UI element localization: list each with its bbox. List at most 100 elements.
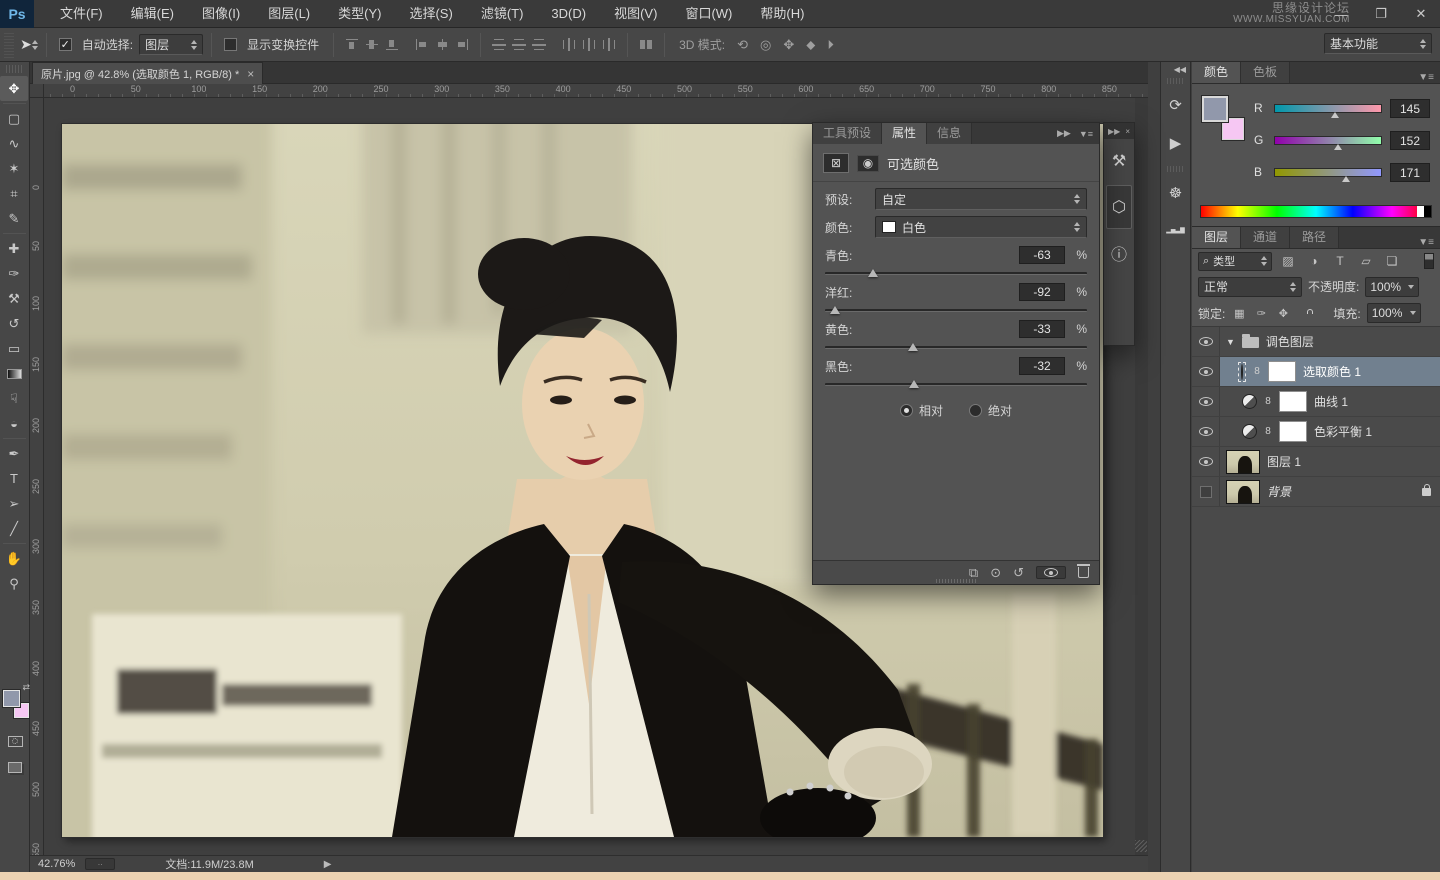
history-brush-tool[interactable]: ↺	[0, 311, 28, 336]
collapse-dock-icon[interactable]: ◀◀	[1161, 62, 1190, 74]
vertical-ruler[interactable]: 050100150200250300350400450500550	[30, 98, 44, 858]
cyan-value-field[interactable]: -63	[1019, 246, 1065, 264]
layer-mask-thumbnail[interactable]	[1268, 361, 1296, 382]
filter-smart-objects-icon[interactable]: ❏	[1382, 254, 1402, 268]
minimize-button[interactable]: —	[1328, 7, 1354, 22]
yellow-value-field[interactable]: -33	[1019, 320, 1065, 338]
red-value-field[interactable]: 145	[1390, 99, 1430, 118]
info-panel-icon[interactable]: ⓘ	[1104, 231, 1134, 275]
panel-menu-icon[interactable]: ▼≡	[1079, 129, 1093, 139]
adjustment-layer-icon[interactable]	[1242, 424, 1257, 439]
panel-menu-icon[interactable]: ▼≡	[1412, 72, 1440, 83]
fill-field[interactable]: 100%	[1367, 303, 1421, 323]
blue-slider-thumb[interactable]	[1342, 176, 1350, 182]
3d-rotate-icon[interactable]: ⟲	[737, 37, 748, 53]
green-value-field[interactable]: 152	[1390, 131, 1430, 150]
auto-select-target-dropdown[interactable]: 图层	[139, 34, 203, 55]
menu-window[interactable]: 窗口(W)	[673, 0, 744, 28]
tools-grip[interactable]	[6, 65, 23, 73]
filter-shape-layers-icon[interactable]: ▱	[1356, 254, 1376, 268]
reset-adjustment-icon[interactable]: ↺	[1013, 565, 1024, 581]
magenta-slider-track[interactable]	[825, 309, 1087, 312]
navigator-panel-icon[interactable]: ☸	[1161, 174, 1190, 212]
white-black-ramp[interactable]	[1417, 206, 1431, 217]
cyan-slider-thumb[interactable]	[868, 269, 878, 277]
filter-type-dropdown[interactable]: ⌕ 类型	[1198, 252, 1272, 271]
menu-filter[interactable]: 滤镜(T)	[469, 0, 536, 28]
actions-panel-icon[interactable]: ▶	[1161, 124, 1190, 162]
align-bottom-edges-icon[interactable]	[385, 38, 399, 51]
adjustment-layer-icon[interactable]	[1242, 394, 1257, 409]
layer-row-selective-color[interactable]: 8 选取颜色 1	[1192, 357, 1440, 387]
red-slider-track[interactable]	[1274, 104, 1382, 113]
lock-position-icon[interactable]: ✥	[1275, 307, 1291, 320]
foreground-color-swatch[interactable]	[3, 690, 20, 707]
black-slider-track[interactable]	[825, 383, 1087, 386]
layer-name[interactable]: 图层 1	[1267, 453, 1301, 470]
auto-select-checkbox[interactable]: ✓	[59, 38, 72, 51]
layer-thumbnail[interactable]	[1226, 480, 1260, 504]
green-slider-track[interactable]	[1274, 136, 1382, 145]
eyedropper-tool[interactable]: ✎	[0, 206, 28, 231]
black-slider-thumb[interactable]	[909, 380, 919, 388]
tab-channels[interactable]: 通道	[1241, 226, 1290, 248]
eye-hidden-box[interactable]	[1200, 486, 1212, 498]
distribute-left-icon[interactable]	[562, 38, 576, 51]
panel-menu-icon[interactable]: ▼≡	[1412, 237, 1440, 248]
layer-mask-badge-icon[interactable]: ⊠	[823, 153, 849, 173]
menu-image[interactable]: 图像(I)	[190, 0, 252, 28]
filter-type-layers-icon[interactable]: T	[1330, 254, 1350, 268]
lasso-tool[interactable]: ∿	[0, 131, 28, 156]
expand-strip-icon[interactable]: ▶▶	[1108, 127, 1120, 136]
gradient-tool[interactable]	[0, 361, 28, 386]
line-tool[interactable]: ╱	[0, 516, 28, 541]
red-slider-thumb[interactable]	[1331, 112, 1339, 118]
visibility-toggle[interactable]	[1192, 357, 1220, 386]
align-horizontal-centers-icon[interactable]	[435, 38, 449, 51]
resize-grip[interactable]	[1135, 840, 1147, 852]
lock-pixels-icon[interactable]: ✑	[1253, 307, 1269, 320]
tab-info[interactable]: 信息	[927, 123, 972, 144]
relative-radio-option[interactable]: 相对	[900, 402, 943, 419]
brush-tool[interactable]: ✑	[0, 261, 28, 286]
tab-swatches[interactable]: 色板	[1241, 61, 1290, 83]
history-panel-icon[interactable]: ⟳	[1161, 86, 1190, 124]
close-strip-icon[interactable]: ×	[1125, 127, 1130, 136]
magic-wand-tool[interactable]: ✶	[0, 156, 28, 181]
tab-color[interactable]: 颜色	[1192, 61, 1241, 83]
visibility-toggle[interactable]	[1192, 417, 1220, 446]
menu-help[interactable]: 帮助(H)	[748, 0, 816, 28]
layer-row-background[interactable]: 背景	[1192, 477, 1440, 507]
blend-mode-dropdown[interactable]: 正常	[1198, 277, 1302, 297]
dock-grip[interactable]	[1167, 166, 1184, 172]
dodge-tool[interactable]: ◒	[0, 411, 28, 436]
document-tab[interactable]: 原片.jpg @ 42.8% (选取颜色 1, RGB/8) * ×	[32, 62, 263, 84]
layer-row-color-balance[interactable]: 8 色彩平衡 1	[1192, 417, 1440, 447]
tab-tool-presets[interactable]: 工具预设	[813, 123, 882, 144]
auto-align-layers-icon[interactable]	[639, 38, 653, 51]
red-slider[interactable]	[1274, 104, 1382, 113]
3d-camera-icon[interactable]: ⏵	[827, 37, 834, 53]
smudge-tool[interactable]: ☟	[0, 386, 28, 411]
show-transform-checkbox[interactable]	[224, 38, 237, 51]
zoom-level[interactable]: 42.76%	[38, 858, 75, 870]
3d-pan-icon[interactable]: ✥	[783, 37, 794, 53]
filter-toggle-switch[interactable]	[1424, 253, 1434, 269]
menu-edit[interactable]: 编辑(E)	[119, 0, 186, 28]
yellow-slider-track[interactable]	[825, 346, 1087, 349]
layer-row-layer1[interactable]: 图层 1	[1192, 447, 1440, 477]
layer-row-curves[interactable]: 8 曲线 1	[1192, 387, 1440, 417]
layer-name[interactable]: 曲线 1	[1314, 393, 1348, 410]
eraser-tool[interactable]: ▭	[0, 336, 28, 361]
clone-stamp-tool[interactable]: ⚒	[0, 286, 28, 311]
histogram-panel-icon[interactable]: ▂▅▃▇	[1161, 212, 1190, 250]
type-tool[interactable]: T	[0, 466, 28, 491]
tab-layers[interactable]: 图层	[1192, 226, 1241, 248]
layer-name[interactable]: 选取颜色 1	[1303, 363, 1361, 380]
document-tab-close-icon[interactable]: ×	[247, 67, 254, 81]
green-slider-thumb[interactable]	[1334, 144, 1342, 150]
blue-slider-track[interactable]	[1274, 168, 1382, 177]
filter-pixel-layers-icon[interactable]: ▨	[1278, 254, 1298, 268]
move-tool[interactable]: ✥	[0, 76, 28, 101]
menu-file[interactable]: 文件(F)	[48, 0, 115, 28]
